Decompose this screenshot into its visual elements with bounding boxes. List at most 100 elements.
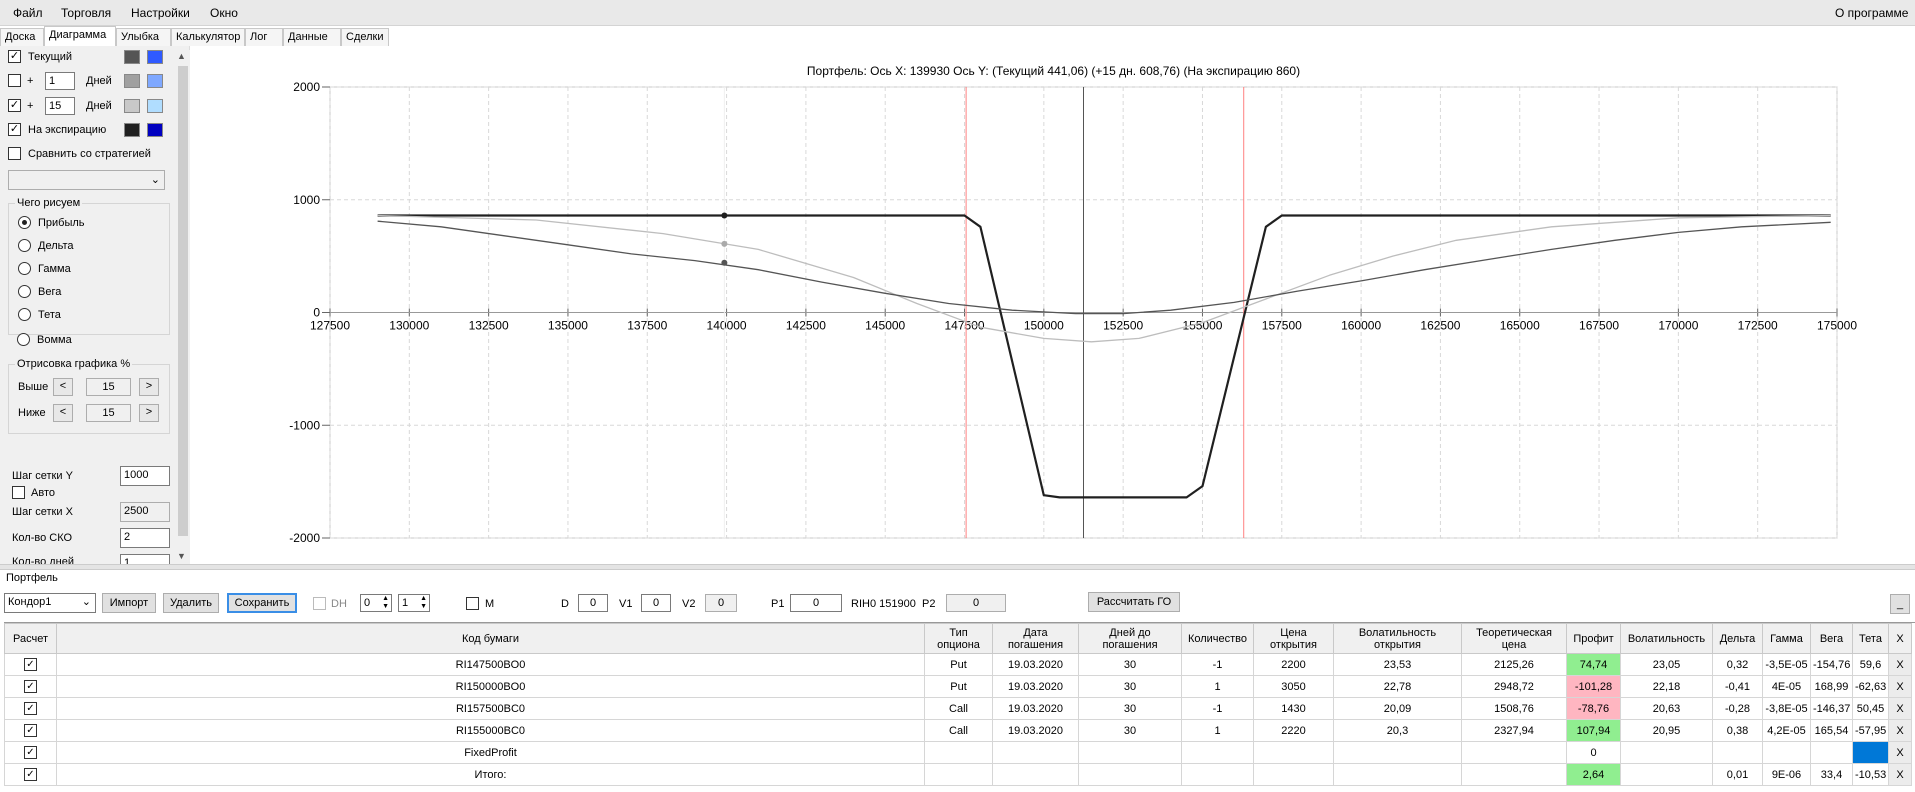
col-header[interactable]: Цена открытия [1253, 623, 1334, 654]
col-header[interactable]: Код бумаги [56, 623, 925, 654]
tab-board[interactable]: Доска [0, 28, 44, 46]
tab-smile[interactable]: Улыбка [116, 28, 171, 46]
below-decrease-button[interactable]: < [53, 404, 73, 422]
auto-checkbox[interactable] [12, 486, 25, 499]
menu-file[interactable]: Файл [13, 6, 43, 20]
expiration-checkbox[interactable]: ✓ [8, 123, 21, 136]
remove-row-button[interactable]: X [1888, 719, 1912, 742]
above-increase-button[interactable]: > [139, 378, 159, 396]
current-light-color[interactable] [147, 50, 163, 64]
col-header[interactable]: Дельта [1712, 623, 1763, 654]
panel-splitter[interactable] [0, 564, 1915, 570]
col-header[interactable]: Тета [1852, 623, 1889, 654]
remove-row-button[interactable]: X [1888, 653, 1912, 676]
above-value[interactable]: 15 [86, 378, 131, 396]
tab-log[interactable]: Лог [245, 28, 283, 46]
col-header[interactable]: Вега [1810, 623, 1853, 654]
radio-theta[interactable] [18, 308, 31, 321]
menu-settings[interactable]: Настройки [131, 6, 190, 20]
spinner-arrows-icon[interactable]: ▲ ▼ [420, 595, 427, 611]
table-row[interactable]: ✓ RI155000BC0 Call 19.03.2020 30 1 2220 20,3 232… [4, 719, 1912, 742]
spinner-arrows-icon[interactable]: ▲ ▼ [382, 595, 389, 611]
col-header[interactable]: Дней до погашения [1078, 623, 1182, 654]
strategy-select[interactable]: ⌄ [8, 170, 165, 190]
radio-vomma[interactable] [17, 333, 30, 346]
chart-canvas[interactable]: 127500 130000 132500 135000 137500 140000 1425… [192, 50, 1915, 562]
col-header[interactable]: X [1888, 623, 1912, 654]
below-increase-button[interactable]: > [139, 404, 159, 422]
calc-checkbox[interactable]: ✓ [24, 746, 37, 759]
days1-dark-color[interactable] [124, 74, 140, 88]
table-row[interactable]: ✓ RI157500BC0 Call 19.03.2020 30 -1 1430 20,09 1… [4, 697, 1912, 720]
menu-about[interactable]: О программе [1835, 6, 1908, 20]
col-header[interactable]: Количество [1181, 623, 1254, 654]
p2-input[interactable]: 0 [946, 594, 1006, 612]
tab-diagram[interactable]: Диаграмма [44, 26, 116, 46]
compare-checkbox[interactable] [8, 147, 21, 160]
days1-light-color[interactable] [147, 74, 163, 88]
exp-light-color[interactable] [147, 123, 163, 137]
table-row[interactable]: ✓ RI147500BO0 Put 19.03.2020 30 -1 2200 23,53 21… [4, 653, 1912, 676]
col-header[interactable]: Тип опциона [924, 623, 993, 654]
col-header[interactable]: Профит [1566, 623, 1621, 654]
menu-trade[interactable]: Торговля [61, 6, 111, 20]
calc-checkbox[interactable]: ✓ [24, 680, 37, 693]
remove-row-button[interactable]: X [1888, 741, 1912, 764]
below-value[interactable]: 15 [86, 404, 131, 422]
exp-dark-color[interactable] [124, 123, 140, 137]
col-header[interactable]: Волатильность открытия [1333, 623, 1462, 654]
above-decrease-button[interactable]: < [53, 378, 73, 396]
v1-input[interactable]: 0 [641, 594, 671, 612]
table-row[interactable]: ✓ RI150000BO0 Put 19.03.2020 30 1 3050 22,78 294… [4, 675, 1912, 698]
delete-button[interactable]: Удалить [163, 593, 219, 613]
radio-gamma[interactable] [18, 262, 31, 275]
calc-checkbox[interactable]: ✓ [24, 724, 37, 737]
minimize-panel-button[interactable]: _ [1890, 594, 1910, 614]
calc-checkbox[interactable]: ✓ [24, 702, 37, 715]
days15-dark-color[interactable] [124, 99, 140, 113]
tab-data[interactable]: Данные [283, 28, 341, 46]
radio-vega[interactable] [18, 285, 31, 298]
remove-row-button[interactable]: X [1888, 763, 1912, 786]
radio-profit[interactable] [18, 216, 31, 229]
sko-input[interactable]: 2 [120, 528, 170, 548]
scroll-up-icon[interactable]: ▲ [177, 51, 186, 61]
current-checkbox[interactable]: ✓ [8, 50, 21, 63]
days1-input[interactable]: 1 [45, 72, 75, 90]
scrollbar-thumb[interactable] [178, 66, 188, 536]
portfolio-select[interactable]: Кондор1 ⌄ [4, 593, 96, 613]
days15-input[interactable]: 15 [45, 97, 75, 115]
table-row[interactable]: ✓ Итого: 2,64 0,01 9E-06 33,4 -10,53 X [4, 763, 1912, 786]
dh-spinner-1[interactable]: 0 ▲ ▼ [360, 594, 392, 612]
v2-input[interactable]: 0 [705, 594, 737, 612]
col-header[interactable]: Теоретическая цена [1461, 623, 1567, 654]
p1-input[interactable]: 0 [790, 594, 842, 612]
remove-row-button[interactable]: X [1888, 675, 1912, 698]
days15-light-color[interactable] [147, 99, 163, 113]
scroll-down-icon[interactable]: ▼ [177, 551, 186, 561]
import-button[interactable]: Импорт [102, 593, 156, 613]
table-row[interactable]: ✓ FixedProfit 0 X [4, 741, 1912, 764]
m-checkbox[interactable] [466, 597, 479, 610]
days-count-input[interactable]: 1 [120, 554, 170, 564]
tab-calculator[interactable]: Калькулятор [171, 28, 245, 46]
plus-days1-checkbox[interactable] [8, 74, 21, 87]
d-input[interactable]: 0 [578, 594, 608, 612]
menu-window[interactable]: Окно [210, 6, 238, 20]
calc-margin-button[interactable]: Рассчитать ГО [1088, 592, 1180, 612]
plus-days15-checkbox[interactable]: ✓ [8, 99, 21, 112]
grid-y-input[interactable]: 1000 [120, 466, 170, 486]
col-header[interactable]: Волатильность [1620, 623, 1713, 654]
col-header[interactable]: Расчет [4, 623, 57, 654]
calc-checkbox[interactable]: ✓ [24, 658, 37, 671]
current-dark-color[interactable] [124, 50, 140, 64]
profit-chart[interactable]: Портфель: Ось X: 139930 Ось Y: (Текущий … [192, 50, 1915, 562]
dh-spinner-2[interactable]: 1 ▲ ▼ [398, 594, 430, 612]
calc-checkbox[interactable]: ✓ [24, 768, 37, 781]
col-header[interactable]: Гамма [1762, 623, 1811, 654]
col-header[interactable]: Дата погашения [992, 623, 1079, 654]
save-button[interactable]: Сохранить [227, 593, 297, 613]
tab-deals[interactable]: Сделки [341, 28, 389, 46]
remove-row-button[interactable]: X [1888, 697, 1912, 720]
dh-checkbox[interactable] [313, 597, 326, 610]
